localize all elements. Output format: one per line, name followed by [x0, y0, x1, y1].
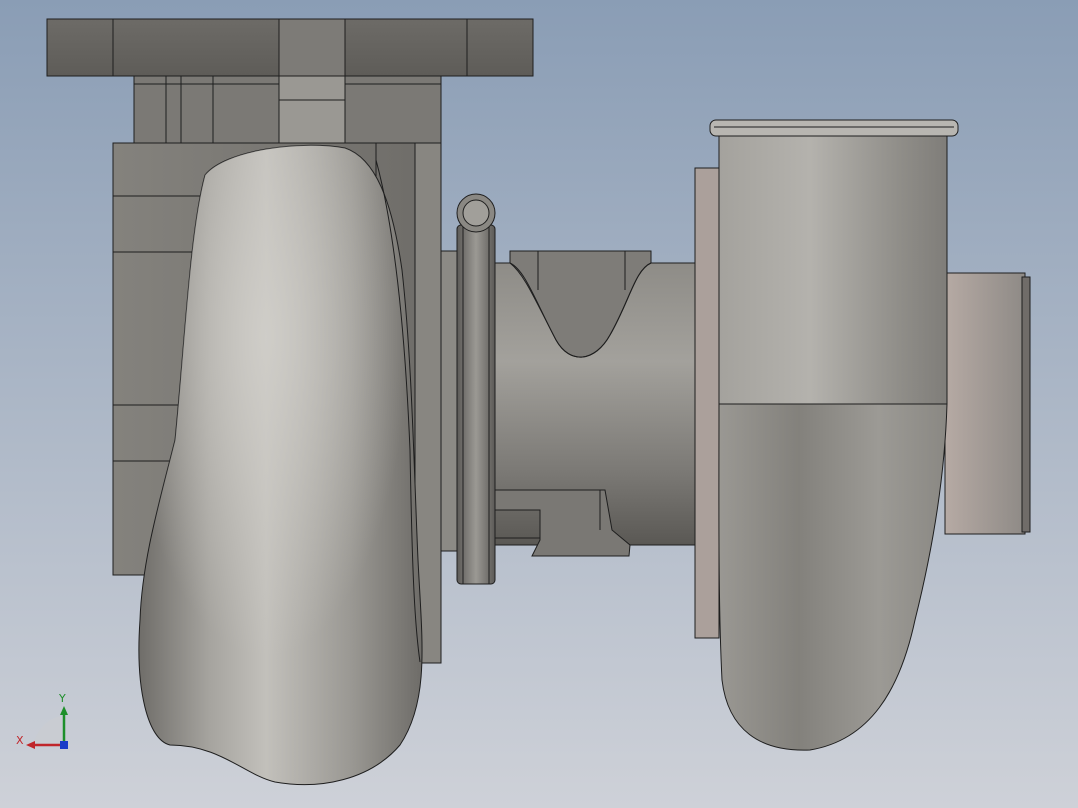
vband-clamp	[456, 193, 496, 585]
x-axis-label: X	[16, 734, 24, 747]
graphics-viewport[interactable]: X Y	[0, 0, 1078, 808]
turbine-inlet-flange	[46, 18, 534, 77]
turbine-inlet-neck	[133, 75, 442, 145]
compressor-backplate	[694, 167, 720, 639]
compressor-inlet	[944, 272, 1031, 535]
z-axis-marker	[60, 741, 68, 749]
y-axis-label: Y	[58, 692, 66, 705]
